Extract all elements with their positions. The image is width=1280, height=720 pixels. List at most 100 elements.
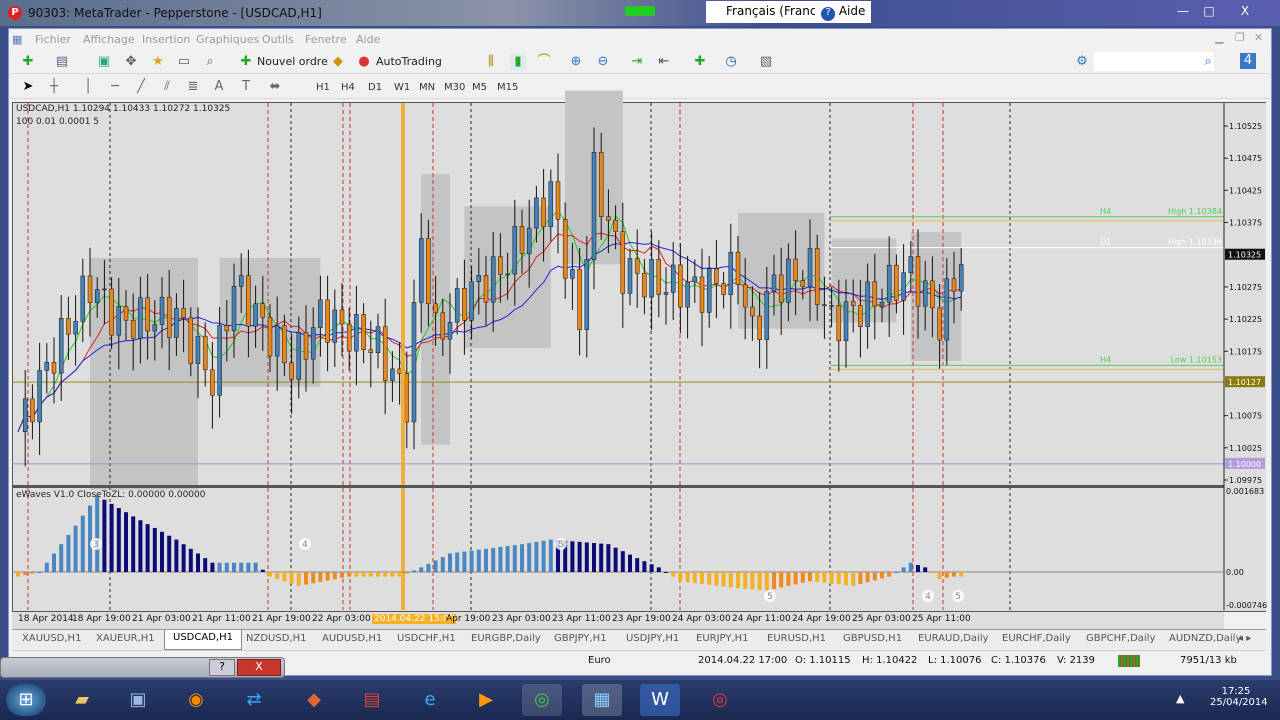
candle-bear [462,288,467,321]
candle-bear [325,299,330,343]
candle-bull [274,325,280,357]
indicator-bar [59,544,64,572]
chart-tab-usdcad-h1[interactable]: USDCAD,H1 [164,630,242,650]
candle-bear [87,275,93,304]
indicator-bar [167,535,172,572]
indicator-bar [721,572,726,587]
candle-bull [958,264,964,292]
taskbar-teamviewer-icon[interactable]: ⇄ [234,684,274,716]
chart-tab-audusd-h1[interactable]: AUDUSD,H1 [322,633,382,644]
indicator-bar [844,572,848,586]
indicator-bar [642,561,647,572]
candle-bear [915,256,921,307]
chart-tab-usdchf-h1[interactable]: USDCHF,H1 [397,633,456,644]
chart-tab-nzdusd-h1[interactable]: NZDUSD,H1 [246,633,306,644]
candle-bear [346,323,352,352]
indicator-bar [750,572,755,590]
connection-status-icon[interactable] [1118,655,1140,667]
candle-bear [634,258,640,274]
candle-bull [37,370,42,423]
taskbar-powerpoint-icon[interactable]: ▤ [352,684,392,716]
chart-tab-xauusd-h1[interactable]: XAUUSD,H1 [22,633,81,644]
indicator-bar [260,569,265,572]
taskbar-media-icon[interactable]: ▶ [466,684,506,716]
candle-bear [440,312,446,340]
taskbar-chrome-icon[interactable]: ◎ [522,684,562,716]
candle-bull [80,275,86,322]
taskbar-metatrader-icon[interactable]: ▦ [582,684,622,716]
crosshair-time-label: 2014.04.22 15:00 [372,614,457,624]
indicator-bar [491,547,496,572]
chart-tab-eurjpy-h1[interactable]: EURJPY,H1 [696,633,749,644]
indicator-bar [325,572,330,581]
indicator-bar [944,572,949,578]
indicator-bar [937,572,942,579]
popup-window: ? X [0,657,285,678]
candle-bull [454,288,460,323]
candle-bull [73,321,78,335]
candle-bull [728,251,734,295]
tab-scroll-arrows[interactable]: ◂ ▸ [1238,633,1251,644]
candle-bull [418,238,424,303]
taskbar-word-icon[interactable]: W [640,684,680,716]
start-button[interactable]: ⊞ [6,684,46,716]
taskbar-ie-icon[interactable]: e [410,684,450,716]
chart-tab-usdjpy-h1[interactable]: USDJPY,H1 [626,633,679,644]
indicator-bar [145,524,150,572]
indicator-bar [599,543,604,572]
chart-tab-eurgbp-daily[interactable]: EURGBP,Daily [471,633,541,644]
indicator-bar [448,553,452,572]
taskbar-explorer-icon[interactable]: ▰ [62,684,102,716]
chart-tab-gbpjpy-h1[interactable]: GBPJPY,H1 [554,633,607,644]
chart-tab-gbpchf-daily[interactable]: GBPCHF,Daily [1086,633,1155,644]
indicator-bar [541,540,546,572]
indicator-bar [901,567,906,572]
taskbar-chrome2-icon[interactable]: ◎ [700,684,740,716]
indicator-bar [95,495,100,572]
candle-bear [361,314,366,350]
price-tick-label: 1.10275 [1229,283,1262,292]
indicator-bar [109,503,114,572]
candle-bull [94,289,100,304]
indicator-bar [44,562,49,572]
indicator-bar [736,572,740,589]
candle-bull [807,248,813,287]
status-close: C: 1.10376 [991,655,1046,666]
candle-bull [296,332,302,380]
taskbar-app-icon[interactable]: ◆ [294,684,334,716]
indicator-bar [498,546,503,572]
taskbar-firefox-icon[interactable]: ◉ [176,684,216,716]
candle-bear [51,362,57,374]
popup-close-button[interactable]: X [237,659,281,676]
indicator-bar [361,572,366,577]
chart-tab-audnzd-daily[interactable]: AUDNZD,Daily [1169,633,1241,644]
indicator-bar [772,572,776,589]
time-tick-label: 25 Apr 11:00 [912,614,971,624]
candle-bull [505,273,510,276]
candle-bear [66,317,71,335]
price-tick-label: 1.10175 [1229,347,1262,356]
indicator-bar [858,572,863,585]
taskbar-computer-icon[interactable]: ▣ [118,684,158,716]
indicator-bar [469,550,474,572]
chart-tab-eurusd-h1[interactable]: EURUSD,H1 [767,633,826,644]
indicator-bar [275,572,280,579]
candle-bull [570,269,575,279]
indicator-bar [37,572,42,573]
candle-bear [750,306,755,317]
candle-bear [656,258,662,295]
tray-expand-icon[interactable]: ▲ [1176,692,1184,705]
indicator-bar [462,551,467,572]
status-profile: Euro [588,655,611,666]
candle-bull [22,398,28,432]
chart-tab-gbpusd-h1[interactable]: GBPUSD,H1 [843,633,902,644]
candle-bear [188,317,194,364]
chart-tab-xaueur-h1[interactable]: XAUEUR,H1 [96,633,155,644]
candle-bull [159,296,165,325]
popup-help-button[interactable]: ? [209,659,235,676]
indicator-bar [800,572,805,583]
candle-bear [130,319,136,339]
candle-bull [354,314,359,352]
chart-tab-euraud-daily[interactable]: EURAUD,Daily [918,633,989,644]
chart-tab-eurchf-daily[interactable]: EURCHF,Daily [1002,633,1071,644]
